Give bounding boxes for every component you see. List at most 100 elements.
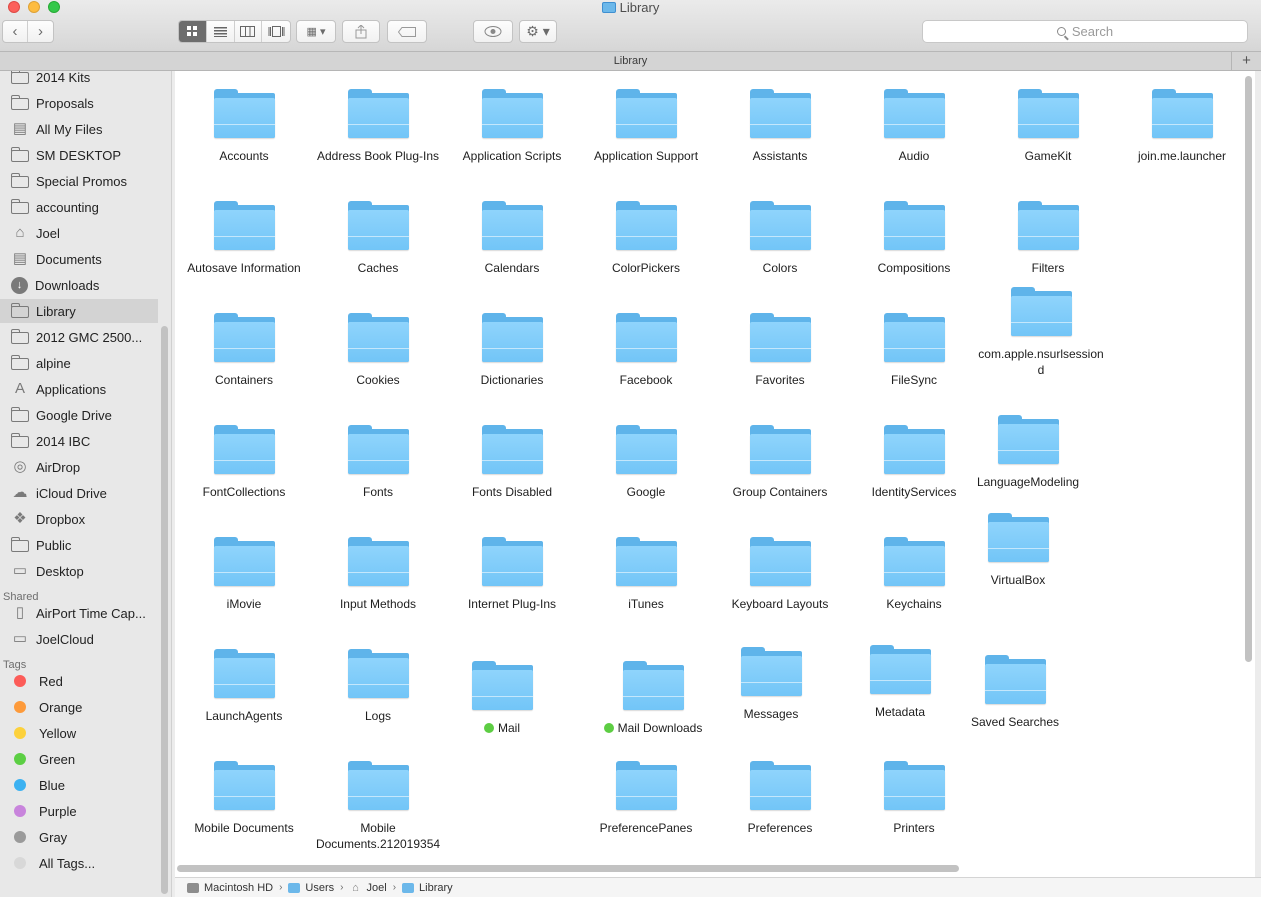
folder-item-dictionaries[interactable]: Dictionaries [447,313,577,388]
folder-item-address-book-plug-ins[interactable]: Address Book Plug-Ins [313,89,443,164]
folder-item-metadata[interactable]: Metadata [835,645,965,720]
folder-item-group-containers[interactable]: Group Containers [715,425,845,500]
folder-icon [11,147,29,162]
list-view-button[interactable] [207,21,235,42]
folder-item-colorpickers[interactable]: ColorPickers [581,201,711,276]
folder-item-favorites[interactable]: Favorites [715,313,845,388]
folder-item-preferencepanes[interactable]: PreferencePanes [581,761,711,836]
back-button[interactable]: ‹ [3,21,29,42]
sidebar-item-dropbox[interactable]: ❖ Dropbox [0,507,158,531]
sidebar-item-special-promos[interactable]: Special Promos [0,169,158,193]
sidebar-item-documents[interactable]: ▤ Documents [0,247,158,271]
folder-item-mobile-documents-212019354[interactable]: Mobile Documents.212019354 [313,761,443,852]
folder-item-caches[interactable]: Caches [313,201,443,276]
folder-item-gamekit[interactable]: GameKit [983,89,1113,164]
folder-item-fontcollections[interactable]: FontCollections [179,425,309,500]
folder-item-application-support[interactable]: Application Support [581,89,711,164]
sidebar-tag-blue[interactable]: Blue [0,773,158,797]
folder-item-colors[interactable]: Colors [715,201,845,276]
folder-item-imovie[interactable]: iMovie [179,537,309,612]
sidebar-tag-gray[interactable]: Gray [0,825,158,849]
sidebar-tag-green[interactable]: Green [0,747,158,771]
folder-item-autosave-information[interactable]: Autosave Information [179,201,309,276]
folder-item-join-me-launcher[interactable]: join.me.launcher [1117,89,1247,164]
horizontal-scrollbar[interactable] [177,865,959,872]
icon-view-button[interactable] [179,21,207,42]
search-input[interactable]: Search [922,20,1248,43]
folder-item-application-scripts[interactable]: Application Scripts [447,89,577,164]
folder-item-keyboard-layouts[interactable]: Keyboard Layouts [715,537,845,612]
sidebar-item-icloud-drive[interactable]: ☁ iCloud Drive [0,481,158,505]
sidebar-item-2014-ibc[interactable]: 2014 IBC [0,429,158,453]
new-tab-button[interactable]: + [1231,52,1261,71]
quick-look-button[interactable] [473,20,513,43]
sidebar-item-joelcloud[interactable]: ▭ JoelCloud [0,627,158,651]
folder-item-compositions[interactable]: Compositions [849,201,979,276]
sidebar-scrollbar[interactable] [161,326,168,894]
folder-item-audio[interactable]: Audio [849,89,979,164]
sidebar-tag-purple[interactable]: Purple [0,799,158,823]
folder-item-printers[interactable]: Printers [849,761,979,836]
folder-item-launchagents[interactable]: LaunchAgents [179,649,309,724]
sidebar-item-applications[interactable]: A Applications [0,377,158,401]
folder-item-preferences[interactable]: Preferences [715,761,845,836]
sidebar-item-all-my-files[interactable]: ▤ All My Files [0,117,158,141]
folder-item-cookies[interactable]: Cookies [313,313,443,388]
sidebar-item-accounting[interactable]: accounting [0,195,158,219]
folder-item-messages[interactable]: Messages [706,647,836,722]
folder-item-languagemodeling[interactable]: LanguageModeling [963,415,1093,490]
sidebar-item-library[interactable]: Library [0,299,158,323]
folder-item-assistants[interactable]: Assistants [715,89,845,164]
folder-item-fonts-disabled[interactable]: Fonts Disabled [447,425,577,500]
folder-item-input-methods[interactable]: Input Methods [313,537,443,612]
folder-item-com-apple-nsurlsessiond[interactable]: com.apple.nsurlsessiond [976,287,1106,378]
sidebar-item-desktop[interactable]: ▭ Desktop [0,559,158,583]
folder-item-calendars[interactable]: Calendars [447,201,577,276]
folder-item-facebook[interactable]: Facebook [581,313,711,388]
folder-item-filesync[interactable]: FileSync [849,313,979,388]
sidebar-tag-yellow[interactable]: Yellow [0,721,158,745]
folder-item-itunes[interactable]: iTunes [581,537,711,612]
sidebar-item-alpine[interactable]: alpine [0,351,158,375]
folder-item-mobile-documents[interactable]: Mobile Documents [179,761,309,836]
folder-item-accounts[interactable]: Accounts [179,89,309,164]
path-segment-users[interactable]: Users [288,882,334,894]
folder-item-fonts[interactable]: Fonts [313,425,443,500]
sidebar-item-2014-kits[interactable]: 2014 Kits [0,71,158,89]
sidebar-item-proposals[interactable]: Proposals [0,91,158,115]
share-button[interactable] [342,20,380,43]
sidebar-item-2012-gmc-2500[interactable]: 2012 GMC 2500... [0,325,158,349]
sidebar-tag-red[interactable]: Red [0,669,158,693]
folder-item-internet-plug-ins[interactable]: Internet Plug-Ins [447,537,577,612]
tab-library[interactable]: Library [614,55,648,67]
folder-item-mail-downloads[interactable]: Mail Downloads [588,661,718,736]
folder-item-identityservices[interactable]: IdentityServices [849,425,979,500]
folder-item-logs[interactable]: Logs [313,649,443,724]
sidebar-item-airdrop[interactable]: ◎ AirDrop [0,455,158,479]
forward-button[interactable]: › [28,21,53,42]
window-title-text: Library [619,0,660,15]
action-menu-button[interactable]: ⚙ ▾ [519,20,557,43]
path-segment-macintosh-hd[interactable]: Macintosh HD [187,882,273,894]
sidebar-item-sm-desktop[interactable]: SM DESKTOP [0,143,158,167]
sidebar-item-public[interactable]: Public [0,533,158,557]
folder-item-virtualbox[interactable]: VirtualBox [953,513,1083,588]
path-segment-joel[interactable]: ⌂ Joel [350,882,387,894]
vertical-scrollbar[interactable] [1245,76,1252,662]
edit-tags-button[interactable] [387,20,427,43]
sidebar-item-google-drive[interactable]: Google Drive [0,403,158,427]
sidebar-tag-orange[interactable]: Orange [0,695,158,719]
folder-item-mail[interactable]: Mail [437,661,567,736]
sidebar-item-downloads[interactable]: ↓ Downloads [0,273,158,297]
sidebar-tag-all-tags[interactable]: All Tags... [0,851,158,875]
coverflow-view-button[interactable] [262,21,290,42]
folder-item-containers[interactable]: Containers [179,313,309,388]
sidebar-item-joel[interactable]: ⌂ Joel [0,221,158,245]
arrange-button[interactable]: ▦ ▾ [296,20,336,43]
column-view-button[interactable] [235,21,263,42]
sidebar-item-airport-time-cap[interactable]: ▯ AirPort Time Cap... [0,601,158,625]
folder-item-saved-searches[interactable]: Saved Searches [950,655,1080,730]
folder-item-filters[interactable]: Filters [983,201,1113,276]
folder-item-google[interactable]: Google [581,425,711,500]
path-segment-library[interactable]: Library [402,882,453,894]
